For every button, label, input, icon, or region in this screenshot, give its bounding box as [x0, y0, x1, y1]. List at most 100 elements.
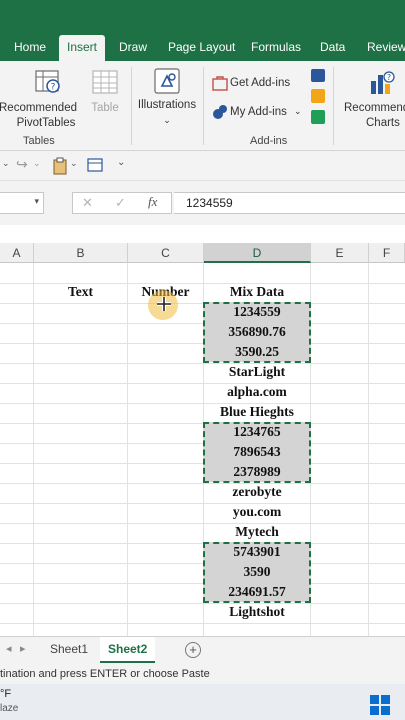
cell-d[interactable]: 3590.25	[204, 342, 310, 362]
grid-line	[368, 263, 369, 636]
illustrations-label: Illustrations	[137, 99, 197, 111]
visio-icon[interactable]	[311, 69, 325, 82]
column-header-c[interactable]: C	[128, 243, 204, 263]
grid-line	[0, 583, 405, 584]
grid-line	[33, 263, 34, 636]
addins-icon	[213, 105, 227, 119]
grid-line	[0, 383, 405, 384]
paste-icon[interactable]	[52, 157, 68, 175]
recommended-pivottables-label-1: Recommended	[0, 102, 77, 114]
cell-d[interactable]: 7896543	[204, 442, 310, 462]
sheet-tab-sheet2[interactable]: Sheet2	[100, 637, 156, 663]
chevron-down-icon: ⌄	[163, 115, 171, 125]
redo-icon[interactable]: ↪	[16, 156, 28, 173]
column-header-b[interactable]: B	[34, 243, 128, 263]
people-graph-icon[interactable]	[311, 110, 325, 124]
cell-d[interactable]: Lightshot	[204, 602, 310, 622]
status-bar: tination and press ENTER or choose Paste	[0, 664, 405, 684]
name-box[interactable]: ▾	[0, 192, 44, 214]
ribbon-tabs: Home Insert Draw Page Layout Formulas Da…	[0, 33, 405, 61]
tab-formulas[interactable]: Formulas	[251, 33, 301, 61]
cell-d[interactable]: StarLight	[204, 362, 310, 382]
recommended-charts-label-2: Charts	[366, 117, 400, 129]
enter-icon[interactable]: ✓	[115, 195, 126, 211]
insert-function-button[interactable]: fx	[148, 194, 157, 210]
grid-line	[0, 463, 405, 464]
column-header-f[interactable]: F	[369, 243, 405, 263]
cell-d[interactable]: 234691.57	[204, 582, 310, 602]
table-icon	[92, 70, 118, 94]
cell-b-header[interactable]: Text	[34, 282, 127, 302]
form-icon[interactable]	[87, 158, 103, 172]
my-addins-dropdown-icon[interactable]: ⌄	[294, 104, 302, 118]
cell-d[interactable]: 1234765	[204, 422, 310, 442]
customize-toolbar-icon[interactable]: ⌄	[117, 157, 125, 168]
sheet-tab-bar: ◂ ▸ Sheet1 Sheet2 +	[0, 636, 405, 664]
spreadsheet-grid[interactable]: A B C D E F Text Number Mix Data 1234559…	[0, 243, 405, 636]
column-header-e[interactable]: E	[311, 243, 369, 263]
ribbon-separator	[203, 67, 204, 145]
cell-d-header[interactable]: Mix Data	[204, 282, 310, 302]
sheet-nav-right-icon[interactable]: ▸	[20, 642, 26, 655]
ribbon-separator	[131, 67, 132, 145]
grid-line	[0, 443, 405, 444]
taskbar: °F laze	[0, 684, 405, 720]
tab-page-layout[interactable]: Page Layout	[168, 33, 235, 61]
grid-line	[0, 303, 405, 304]
illustrations-icon	[154, 68, 180, 94]
grid-line	[0, 543, 405, 544]
recommended-charts-label-1: Recommended	[344, 102, 405, 114]
grid-line	[0, 623, 405, 624]
svg-text:?: ?	[51, 83, 56, 93]
cell-d[interactable]: 2378989	[204, 462, 310, 482]
title-bar	[0, 0, 405, 33]
tab-data[interactable]: Data	[320, 33, 345, 61]
windows-start-icon[interactable]	[370, 695, 390, 715]
cell-d[interactable]: 3590	[204, 562, 310, 582]
cell-d[interactable]: 1234559	[204, 302, 310, 322]
cell-d[interactable]: zerobyte	[204, 482, 310, 502]
ribbon: ? Recommended PivotTables Table Tables I…	[0, 61, 405, 151]
formula-input[interactable]: 1234559	[174, 192, 405, 214]
grid-line	[310, 263, 311, 636]
cell-d[interactable]: Blue Hieghts	[204, 402, 310, 422]
recommended-charts-icon: ?	[371, 71, 395, 94]
column-header-d[interactable]: D	[204, 243, 311, 263]
grid-line	[0, 343, 405, 344]
formula-buttons: ✕ ✓ fx	[72, 192, 172, 214]
table-label: Table	[91, 102, 119, 114]
cancel-icon[interactable]: ✕	[82, 195, 93, 211]
cell-d[interactable]: you.com	[204, 502, 310, 522]
grid-line	[127, 263, 128, 636]
quick-access-toolbar: ⌄ ↪ ⌄ ⌄ ⌄	[0, 151, 405, 181]
add-sheet-button[interactable]: +	[185, 642, 201, 658]
paste-dropdown-icon[interactable]: ⌄	[70, 158, 78, 169]
cursor-icon	[157, 297, 171, 311]
grid-line	[0, 503, 405, 504]
tab-home[interactable]: Home	[14, 33, 46, 61]
tables-group-label: Tables	[23, 135, 55, 147]
grid-line	[0, 403, 405, 404]
recommended-pivottables-label-2: PivotTables	[16, 117, 76, 129]
svg-text:?: ?	[387, 73, 391, 82]
cell-d[interactable]: alpha.com	[204, 382, 310, 402]
tab-draw[interactable]: Draw	[119, 33, 147, 61]
redo-dropdown-icon[interactable]: ⌄	[33, 158, 41, 169]
cell-d[interactable]: 5743901	[204, 542, 310, 562]
get-addins-label: Get Add-ins	[230, 77, 291, 89]
my-addins-label: My Add-ins	[230, 106, 287, 118]
tab-insert[interactable]: Insert	[59, 35, 106, 61]
tab-review[interactable]: Review	[367, 33, 405, 61]
formula-bar: ▾ ✕ ✓ fx 1234559	[0, 181, 405, 225]
column-header-a[interactable]: A	[0, 243, 34, 263]
weather-description: laze	[0, 703, 19, 714]
cell-d[interactable]: 356890.76	[204, 322, 310, 342]
bing-maps-icon[interactable]	[311, 89, 325, 103]
grid-line	[0, 523, 405, 524]
sheet-nav-left-icon[interactable]: ◂	[6, 642, 12, 655]
undo-dropdown-icon[interactable]: ⌄	[2, 158, 10, 169]
cell-d[interactable]: Mytech	[204, 522, 310, 542]
sheet-tab-sheet1[interactable]: Sheet1	[42, 637, 96, 663]
name-box-dropdown-icon[interactable]: ▾	[34, 196, 39, 207]
grid-line	[0, 483, 405, 484]
